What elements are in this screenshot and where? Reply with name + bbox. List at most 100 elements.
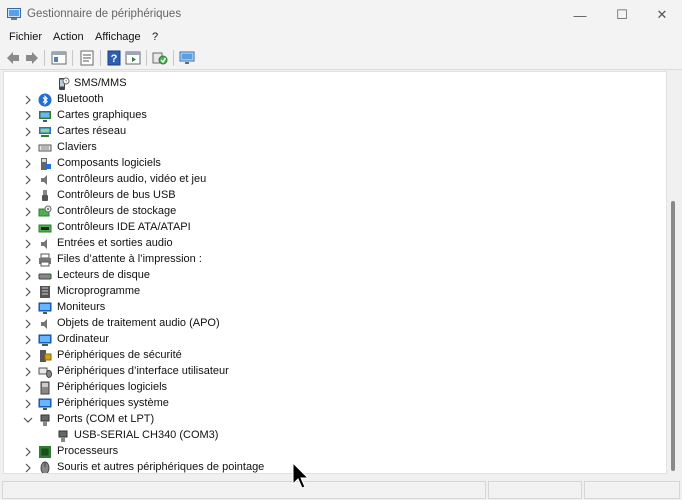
tree-row-controleurs-ide[interactable]: Contrôleurs IDE ATA/ATAPI (4, 220, 644, 236)
tree-label: Ports (COM et LPT) (57, 413, 155, 425)
tree-label: Périphériques système (57, 397, 169, 409)
properties-icon[interactable] (79, 50, 95, 66)
tree-row-peripheriques-logiciels[interactable]: Périphériques logiciels (4, 380, 644, 396)
chevron-right-icon[interactable] (22, 158, 34, 170)
mouse-cursor-icon (292, 462, 310, 489)
tree-row-entrees-sorties-audio[interactable]: Entrées et sorties audio (4, 236, 644, 252)
tree-row-claviers[interactable]: Claviers (4, 140, 644, 156)
tree-label: Contrôleurs IDE ATA/ATAPI (57, 221, 191, 233)
tree-row-usb-serial[interactable]: USB-SERIAL CH340 (COM3) (4, 428, 644, 444)
window-title: Gestionnaire de périphériques (27, 8, 182, 20)
chevron-right-icon[interactable] (22, 446, 34, 458)
minimize-button[interactable]: — (558, 0, 602, 30)
chevron-right-icon[interactable] (22, 366, 34, 378)
chevron-right-icon[interactable] (22, 334, 34, 346)
chevron-right-icon[interactable] (22, 222, 34, 234)
chevron-right-icon[interactable] (22, 398, 34, 410)
tree-row-composants-logiciels[interactable]: Composants logiciels (4, 156, 644, 172)
tree-label: SMS/MMS (74, 77, 127, 89)
chevron-right-icon[interactable] (22, 382, 34, 394)
tree-row-souris[interactable]: Souris et autres périphériques de pointa… (4, 460, 644, 474)
tree-row-processeurs[interactable]: Processeurs (4, 444, 644, 460)
tree-row-files-impression[interactable]: Files d’attente à l’impression : (4, 252, 644, 268)
tree-label: Microprogramme (57, 285, 141, 297)
disk-drive-icon (38, 273, 52, 280)
port-icon (58, 430, 68, 442)
console-tree-icon[interactable] (51, 50, 67, 66)
tree-label: Contrôleurs de bus USB (57, 189, 176, 201)
maximize-button[interactable]: ☐ (600, 0, 644, 30)
chevron-right-icon[interactable] (22, 270, 34, 282)
storage-controller-icon (38, 205, 52, 217)
security-device-icon (40, 350, 52, 362)
tree-label: Composants logiciels (57, 157, 161, 169)
chevron-right-icon[interactable] (22, 142, 34, 154)
network-adapter-icon (39, 127, 51, 137)
tree-row-microprogramme[interactable]: Microprogramme (4, 284, 644, 300)
chevron-right-icon[interactable] (22, 110, 34, 122)
scrollbar-thumb[interactable] (671, 201, 675, 471)
tree-row-cartes-reseau[interactable]: Cartes réseau (4, 124, 644, 140)
menu-action[interactable]: Action (53, 31, 84, 43)
chevron-right-icon[interactable] (22, 174, 34, 186)
toolbar: ? (0, 46, 682, 70)
scan-hardware-icon[interactable] (152, 50, 168, 66)
vertical-scrollbar[interactable] (667, 71, 679, 474)
tree-label: Processeurs (57, 445, 119, 457)
chevron-right-icon[interactable] (22, 94, 34, 106)
chevron-right-icon[interactable] (22, 238, 34, 250)
tree-label: Entrées et sorties audio (57, 237, 173, 249)
tree-label: Moniteurs (57, 301, 106, 313)
menu-help[interactable]: ? (152, 31, 158, 43)
back-arrow-icon[interactable] (5, 50, 21, 66)
tree-row-lecteurs-disque[interactable]: Lecteurs de disque (4, 268, 644, 284)
chevron-down-icon[interactable] (22, 414, 34, 426)
tree-label: Claviers (57, 141, 97, 153)
tree-row-controleurs-stockage[interactable]: Contrôleurs de stockage (4, 204, 644, 220)
monitor-icon (38, 302, 52, 314)
action-pane-icon[interactable] (125, 50, 141, 66)
menu-fichier[interactable]: Fichier (9, 31, 42, 43)
tree-row-objets-audio[interactable]: Objets de traitement audio (APO) (4, 316, 644, 332)
display-adapter-icon (39, 111, 51, 122)
chevron-right-icon[interactable] (22, 350, 34, 362)
tree-row-sms[interactable]: ? SMS/MMS (4, 76, 644, 92)
tree-label: Périphériques logiciels (57, 381, 168, 393)
chevron-right-icon[interactable] (22, 302, 34, 314)
keyboard-icon (38, 144, 52, 152)
monitor-view-icon[interactable] (179, 50, 195, 66)
tree-row-peripheriques-interface[interactable]: Périphériques d’interface utilisateur (4, 364, 644, 380)
forward-arrow-icon[interactable] (24, 50, 40, 66)
speaker-icon (41, 239, 47, 249)
chevron-right-icon[interactable] (22, 206, 34, 218)
tree-row-ports[interactable]: Ports (COM et LPT) (4, 412, 644, 428)
tree-row-moniteurs[interactable]: Moniteurs (4, 300, 644, 316)
chevron-right-icon[interactable] (22, 318, 34, 330)
tree-row-cartes-graphiques[interactable]: Cartes graphiques (4, 108, 644, 124)
status-pane-main (2, 481, 486, 499)
chevron-right-icon[interactable] (22, 126, 34, 138)
status-pane-2 (488, 481, 582, 499)
tree-row-bluetooth[interactable]: Bluetooth (4, 92, 644, 108)
chevron-right-icon[interactable] (22, 462, 34, 474)
sms-device-icon: ? (59, 77, 70, 90)
processor-icon (39, 446, 51, 458)
tree-label: Ordinateur (57, 333, 109, 345)
tree-label: USB-SERIAL CH340 (COM3) (74, 429, 219, 441)
tree-row-controleurs-audio[interactable]: Contrôleurs audio, vidéo et jeu (4, 172, 644, 188)
close-button[interactable]: ✕ (640, 0, 682, 30)
tree-row-controleurs-usb[interactable]: Contrôleurs de bus USB (4, 188, 644, 204)
firmware-icon (40, 286, 50, 298)
menu-affichage[interactable]: Affichage (95, 31, 141, 43)
tree-row-peripheriques-systeme[interactable]: Périphériques système (4, 396, 644, 412)
tree-row-ordinateur[interactable]: Ordinateur (4, 332, 644, 348)
tree-label: Cartes réseau (57, 125, 127, 137)
status-bar (0, 476, 682, 500)
device-tree: ? SMS/MMS Bluetooth Cartes graphiques Ca… (3, 71, 667, 474)
chevron-right-icon[interactable] (22, 286, 34, 298)
tree-row-peripheriques-securite[interactable]: Périphériques de sécurité (4, 348, 644, 364)
help-icon[interactable]: ? (106, 50, 122, 66)
chevron-right-icon[interactable] (22, 254, 34, 266)
chevron-right-icon[interactable] (22, 190, 34, 202)
printer-icon (39, 253, 51, 267)
